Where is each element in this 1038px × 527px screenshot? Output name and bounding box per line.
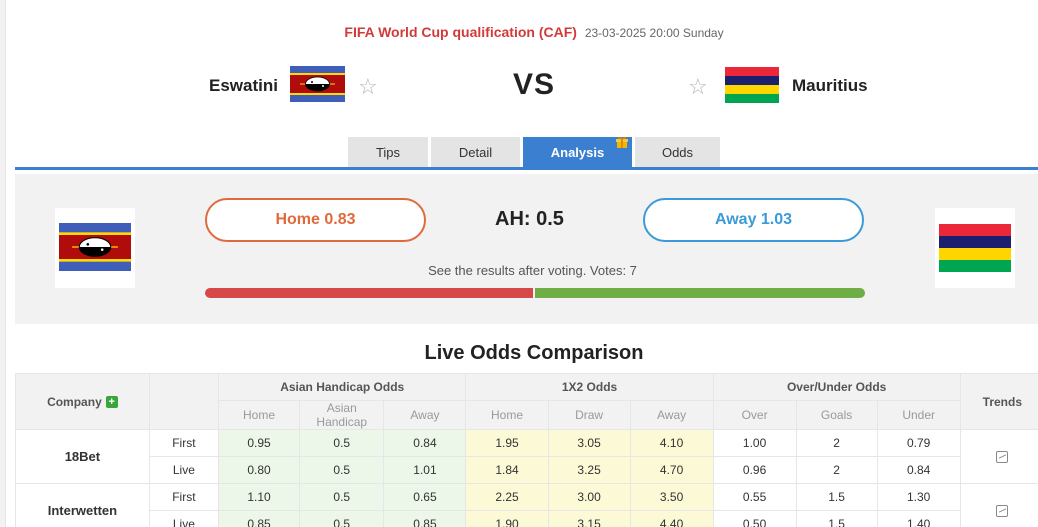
ou-goals: 2	[795, 456, 878, 484]
home-team-name[interactable]: Eswatini	[209, 76, 278, 96]
tab-detail[interactable]: Detail	[431, 137, 520, 167]
ah-home-odds: 0.85	[217, 510, 301, 527]
subheader-ou-over: Over	[712, 400, 797, 430]
x12-home-odds: 2.25	[465, 483, 549, 511]
subheader-1x2-away: Away	[629, 400, 714, 430]
ah-home-odds: 0.95	[217, 429, 301, 457]
ah-line: 0.5	[299, 456, 385, 484]
ou-over-odds: 1.00	[712, 429, 797, 457]
trend-chart-icon[interactable]	[996, 505, 1009, 518]
tab-analysis[interactable]: Analysis	[523, 136, 632, 167]
1x2-header: 1X2 Odds	[465, 373, 714, 401]
row-kind: Live	[148, 510, 219, 527]
vote-note: See the results after voting. Votes: 7	[428, 263, 637, 278]
company-name[interactable]: Interwetten	[15, 483, 150, 527]
tab-underline	[15, 167, 1038, 170]
ah-away-odds: 1.01	[383, 456, 467, 484]
mauritius-flag-icon	[725, 67, 779, 103]
vote-home-button[interactable]: Home 0.83	[205, 198, 426, 242]
subheader-1x2-home: Home	[465, 400, 549, 430]
table-row: Live 0.85 0.5 0.85 1.90 3.15 4.40 0.50 1…	[16, 510, 1038, 527]
tab-analysis-label: Analysis	[550, 144, 605, 160]
trend-cell	[959, 483, 1038, 527]
company-header-label: Company	[47, 394, 102, 409]
match-datetime: 23-03-2025 20:00 Sunday	[584, 26, 724, 40]
ou-goals: 1.5	[795, 510, 878, 527]
odds-table: Company + Asian Handicap Odds 1X2 Odds Ov…	[15, 373, 1038, 527]
subheader-ou-goals: Goals	[795, 400, 878, 430]
vote-panel: Home 0.83 AH: 0.5 Away 1.03 See the resu…	[15, 174, 1038, 324]
gift-icon	[616, 136, 628, 151]
x12-away-odds: 4.70	[629, 456, 714, 484]
add-company-icon[interactable]: +	[105, 396, 118, 409]
tab-odds[interactable]: Odds	[635, 137, 720, 167]
away-team-name[interactable]: Mauritius	[792, 76, 868, 96]
ah-away-odds: 0.65	[383, 483, 467, 511]
row-kind: First	[148, 483, 219, 511]
over-under-header: Over/Under Odds	[712, 373, 961, 401]
x12-draw-odds: 3.15	[547, 510, 631, 527]
trend-cell	[959, 429, 1038, 484]
competition-name[interactable]: FIFA World Cup qualification (CAF)	[344, 24, 577, 40]
ah-home-odds: 1.10	[217, 483, 301, 511]
ou-goals: 2	[795, 429, 878, 457]
ou-over-odds: 0.50	[712, 510, 797, 527]
x12-away-odds: 4.10	[629, 429, 714, 457]
section-title: Live Odds Comparison	[424, 342, 644, 364]
ah-home-odds: 0.80	[217, 456, 301, 484]
home-vote-bar	[205, 288, 533, 298]
ah-line: 0.5	[299, 510, 385, 527]
table-row: 18Bet First 0.95 0.5 0.84 1.95 3.05 4.10…	[15, 429, 1038, 484]
trend-chart-icon[interactable]	[996, 451, 1009, 464]
eswatini-flag-icon	[290, 66, 345, 102]
x12-home-odds: 1.84	[465, 456, 549, 484]
tab-tips[interactable]: Tips	[348, 137, 428, 167]
vote-away-button[interactable]: Away 1.03	[643, 198, 864, 242]
company-name[interactable]: 18Bet	[15, 429, 150, 484]
ah-line: 0.5	[299, 483, 385, 511]
asian-handicap-header: Asian Handicap Odds	[217, 373, 467, 401]
x12-away-odds: 4.40	[629, 510, 714, 527]
x12-away-odds: 3.50	[629, 483, 714, 511]
kind-header	[148, 373, 219, 430]
ou-under-odds: 0.79	[876, 429, 961, 457]
x12-draw-odds: 3.25	[547, 456, 631, 484]
match-title: FIFA World Cup qualification (CAF) 23-03…	[0, 24, 1038, 40]
ou-goals: 1.5	[795, 483, 878, 511]
ou-over-odds: 0.96	[712, 456, 797, 484]
table-row: Interwetten First 1.10 0.5 0.65 2.25 3.0…	[15, 483, 1038, 527]
ah-away-odds: 0.85	[383, 510, 467, 527]
row-kind: Live	[148, 456, 219, 484]
ah-line: 0.5	[299, 429, 385, 457]
match-tabs: Tips Detail Analysis Odds	[348, 136, 720, 167]
subheader-1x2-draw: Draw	[547, 400, 631, 430]
table-row: Live 0.80 0.5 1.01 1.84 3.25 4.70 0.96 2…	[16, 456, 1038, 484]
away-favorite-star-icon[interactable]: ☆	[688, 74, 708, 100]
subheader-ah-away: Away	[383, 400, 467, 430]
subheader-ah-home: Home	[217, 400, 301, 430]
x12-draw-odds: 3.00	[547, 483, 631, 511]
row-kind: First	[148, 429, 219, 457]
subheader-ou-under: Under	[876, 400, 961, 430]
ou-over-odds: 0.55	[712, 483, 797, 511]
ou-under-odds: 1.40	[876, 510, 961, 527]
subheader-ah-line: Asian Handicap	[299, 400, 385, 430]
ou-under-odds: 1.30	[876, 483, 961, 511]
x12-draw-odds: 3.05	[547, 429, 631, 457]
away-vote-bar	[535, 288, 865, 298]
home-favorite-star-icon[interactable]: ☆	[358, 74, 378, 100]
ou-under-odds: 0.84	[876, 456, 961, 484]
asian-handicap-label: AH: 0.5	[495, 208, 564, 230]
page-left-border	[0, 0, 6, 527]
x12-home-odds: 1.95	[465, 429, 549, 457]
trends-header: Trends	[959, 373, 1038, 430]
x12-home-odds: 1.90	[465, 510, 549, 527]
versus-label: VS	[513, 68, 556, 101]
company-header: Company +	[15, 373, 150, 430]
ah-away-odds: 0.84	[383, 429, 467, 457]
